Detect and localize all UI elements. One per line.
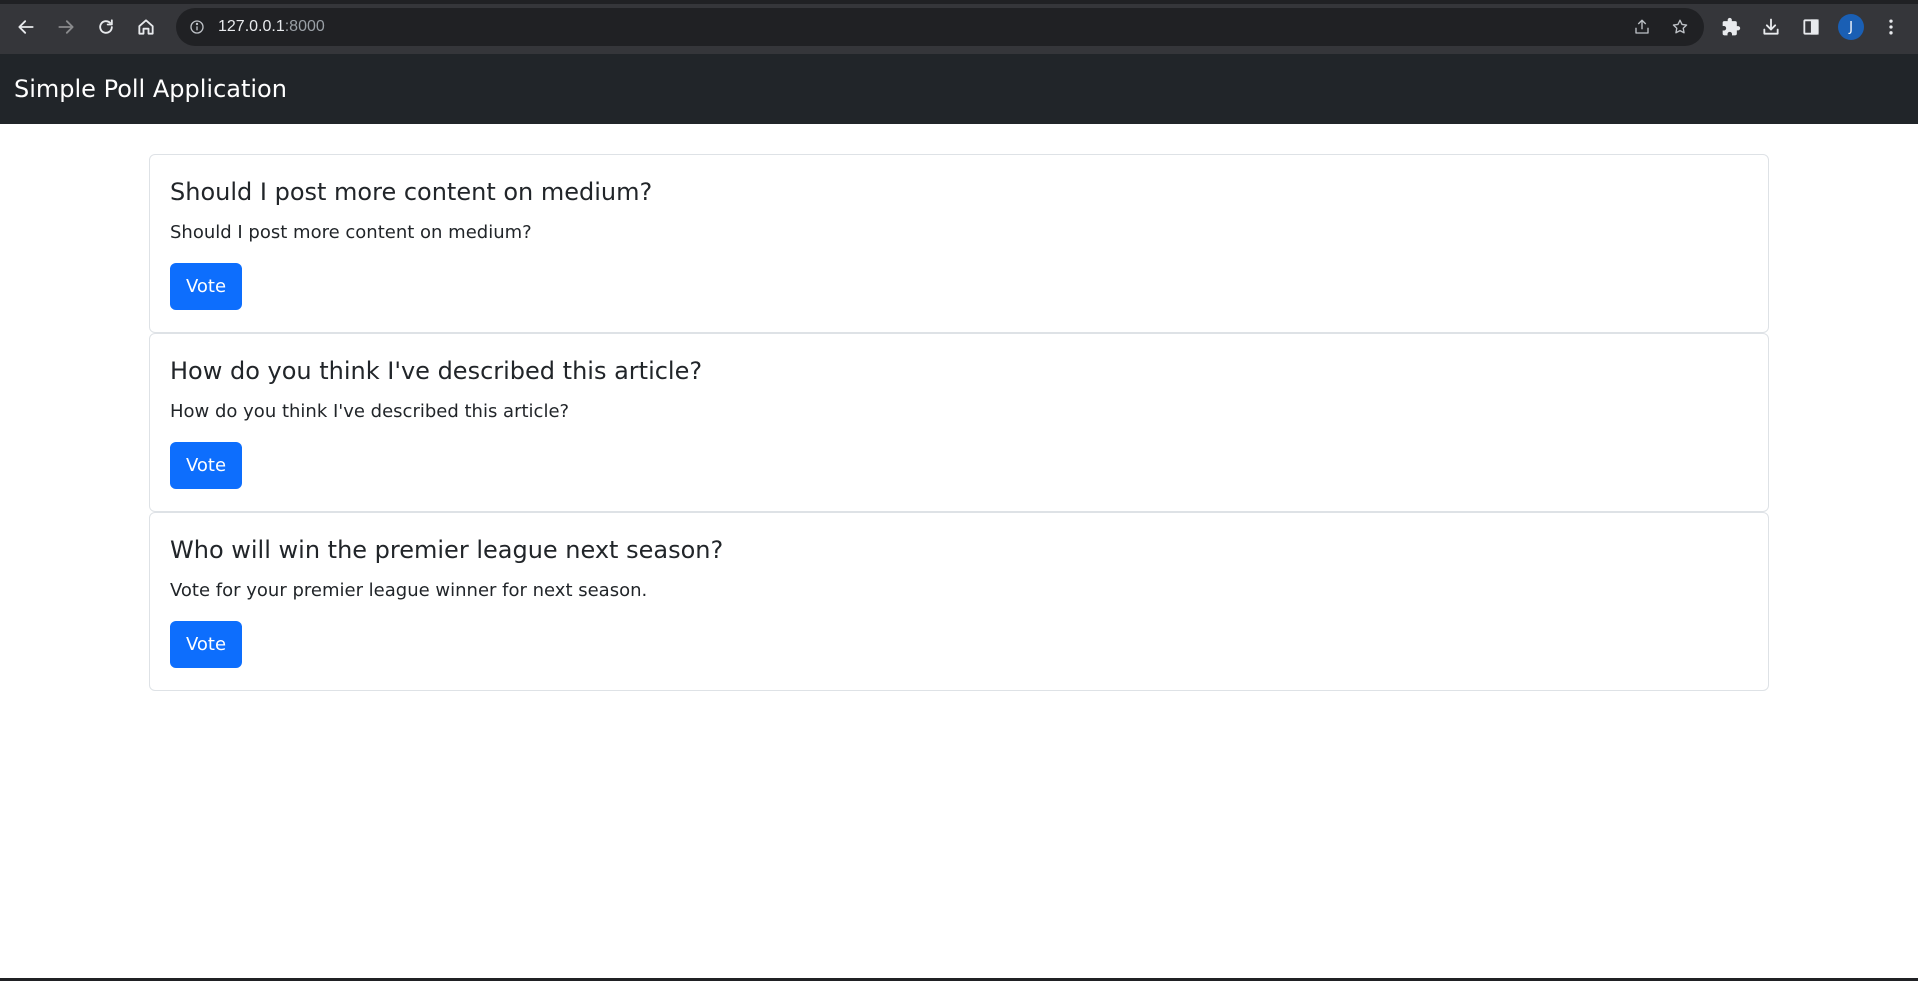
side-panel-icon[interactable]: [1792, 8, 1830, 46]
app-navbar: Simple Poll Application: [0, 54, 1918, 124]
poll-description: How do you think I've described this art…: [170, 401, 570, 422]
url-host: 127.0.0.1: [218, 18, 285, 35]
poll-description: Vote for your premier league winner for …: [170, 580, 648, 601]
info-icon[interactable]: [188, 18, 206, 36]
menu-icon[interactable]: [1872, 8, 1910, 46]
poll-title: Should I post more content on medium?: [170, 178, 653, 206]
address-bar[interactable]: 127.0.0.1:8000: [176, 8, 1704, 46]
url-text: 127.0.0.1:8000: [218, 18, 325, 36]
share-icon[interactable]: [1626, 11, 1658, 43]
poll-title: How do you think I've described this art…: [170, 357, 703, 385]
navbar-brand[interactable]: Simple Poll Application: [14, 75, 287, 103]
reload-icon[interactable]: [86, 7, 126, 47]
star-icon[interactable]: [1664, 11, 1696, 43]
home-icon[interactable]: [126, 7, 166, 47]
omnibox-actions: [1626, 8, 1696, 46]
poll-title: Who will win the premier league next sea…: [170, 536, 724, 564]
extensions-icon[interactable]: [1712, 8, 1750, 46]
profile-button[interactable]: J: [1832, 8, 1870, 46]
forward-icon[interactable]: [46, 7, 86, 47]
back-icon[interactable]: [6, 7, 46, 47]
vote-button[interactable]: Vote: [170, 442, 242, 489]
poll-list: Should I post more content on medium? Sh…: [149, 154, 1769, 691]
poll-description: Should I post more content on medium?: [170, 222, 532, 243]
poll-card: How do you think I've described this art…: [149, 333, 1769, 512]
vote-button[interactable]: Vote: [170, 621, 242, 668]
avatar: J: [1838, 14, 1864, 40]
poll-card: Who will win the premier league next sea…: [149, 512, 1769, 691]
url-port: :8000: [284, 18, 325, 35]
browser-toolbar: 127.0.0.1:8000 J: [0, 0, 1918, 54]
vote-button[interactable]: Vote: [170, 263, 242, 310]
poll-card: Should I post more content on medium? Sh…: [149, 154, 1769, 333]
nav-buttons: [6, 7, 166, 47]
toolbar-actions: J: [1712, 7, 1910, 47]
download-icon[interactable]: [1752, 8, 1790, 46]
